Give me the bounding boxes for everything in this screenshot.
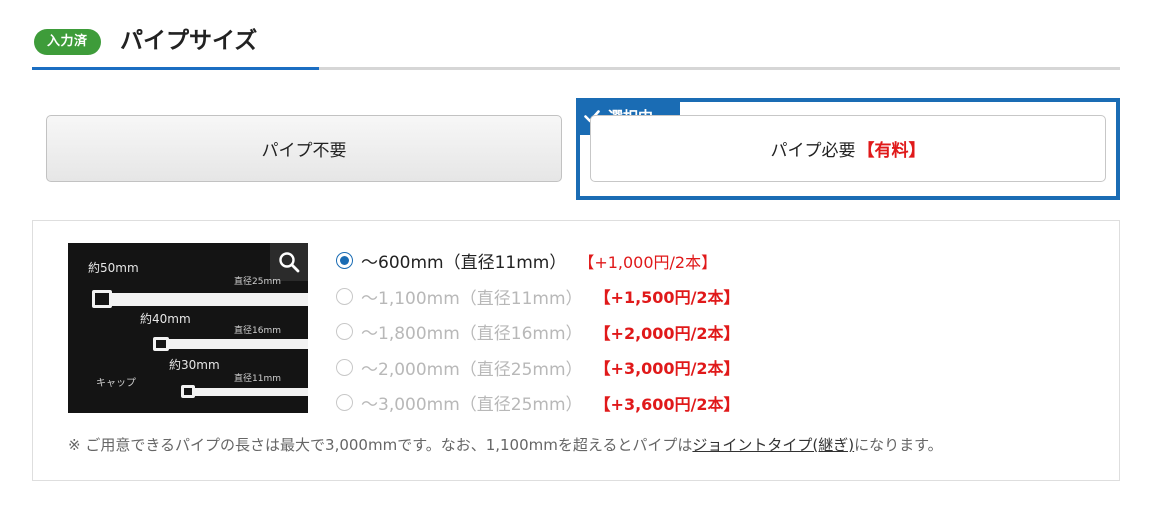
option-label: ～1,800mm（直径16mm） <box>361 324 583 345</box>
no-pipe-label: パイプ不要 <box>261 141 347 161</box>
pipe-photo[interactable]: 約50mm 直径25mm 約40mm 直径16mm 約30mm 直径11mm キ… <box>68 243 308 413</box>
option-label: ～2,000mm（直径25mm） <box>361 359 583 380</box>
photo-label-cap: キャップ <box>96 378 136 389</box>
radio-1100[interactable] <box>336 287 353 305</box>
photo-label-dia11: 直径11mm <box>234 374 281 384</box>
pipe-cap-25mm <box>92 290 112 308</box>
photo-label-40mm: 約40mm <box>140 312 191 326</box>
pipe-cap-11mm <box>181 385 195 398</box>
radio-1800[interactable] <box>336 323 353 341</box>
size-option-1100[interactable]: ～1,100mm（直径11mm） 【+1,500円/2本】 <box>336 279 740 315</box>
size-option-600[interactable]: ～600mm（直径11mm） 【+1,000円/2本】 <box>336 243 740 279</box>
pipe-11mm <box>188 388 308 396</box>
note-prefix: ※ ご用意できるパイプの長さは最大で3,000mmです。なお、1,100mmを超… <box>68 436 693 454</box>
size-option-3000[interactable]: ～3,000mm（直径25mm） 【+3,600円/2本】 <box>336 385 740 421</box>
size-option-2000[interactable]: ～2,000mm（直径25mm） 【+3,000円/2本】 <box>336 350 740 386</box>
photo-label-30mm: 約30mm <box>169 358 220 372</box>
option-price: 【+1,500円/2本】 <box>594 288 740 308</box>
size-option-1800[interactable]: ～1,800mm（直径16mm） 【+2,000円/2本】 <box>336 314 740 350</box>
no-pipe-button[interactable]: パイプ不要 <box>46 115 562 182</box>
radio-600[interactable] <box>336 252 353 270</box>
radio-2000[interactable] <box>336 358 353 376</box>
header-divider-accent <box>32 67 319 70</box>
photo-label-50mm: 約50mm <box>88 261 139 275</box>
length-note: ※ ご用意できるパイプの長さは最大で3,000mmです。なお、1,100mmを超… <box>68 434 943 455</box>
option-label: ～600mm（直径11mm） <box>361 253 567 274</box>
option-label: ～1,100mm（直径11mm） <box>361 288 583 309</box>
pipe-size-panel: 約50mm 直径25mm 約40mm 直径16mm 約30mm 直径11mm キ… <box>32 220 1120 481</box>
option-price: 【+3,600円/2本】 <box>594 394 740 414</box>
radio-3000[interactable] <box>336 394 353 412</box>
photo-label-dia16: 直径16mm <box>234 326 281 336</box>
magnifier-icon <box>279 252 300 273</box>
need-pipe-label: パイプ必要 <box>770 141 856 161</box>
photo-label-dia25: 直径25mm <box>234 277 281 287</box>
option-price: 【+2,000円/2本】 <box>594 323 740 343</box>
pipe-cap-16mm <box>153 337 169 351</box>
size-options: ～600mm（直径11mm） 【+1,000円/2本】 ～1,100mm（直径1… <box>336 243 740 421</box>
paid-label: 【有料】 <box>857 141 926 161</box>
option-price: 【+3,000円/2本】 <box>594 359 740 379</box>
section-header: 入力済 パイプサイズ <box>32 20 1120 72</box>
section-title: パイプサイズ <box>120 28 258 54</box>
note-suffix: になります。 <box>854 436 943 454</box>
option-label: ～3,000mm（直径25mm） <box>361 395 583 416</box>
option-price: 【+1,000円/2本】 <box>578 252 718 272</box>
joint-type-link[interactable]: ジョイントタイプ(継ぎ) <box>692 436 854 454</box>
pipe-25mm <box>98 293 308 306</box>
need-pipe-button[interactable]: パイプ必要 【有料】 <box>590 115 1106 182</box>
pipe-16mm <box>160 339 308 349</box>
status-badge: 入力済 <box>34 29 101 55</box>
